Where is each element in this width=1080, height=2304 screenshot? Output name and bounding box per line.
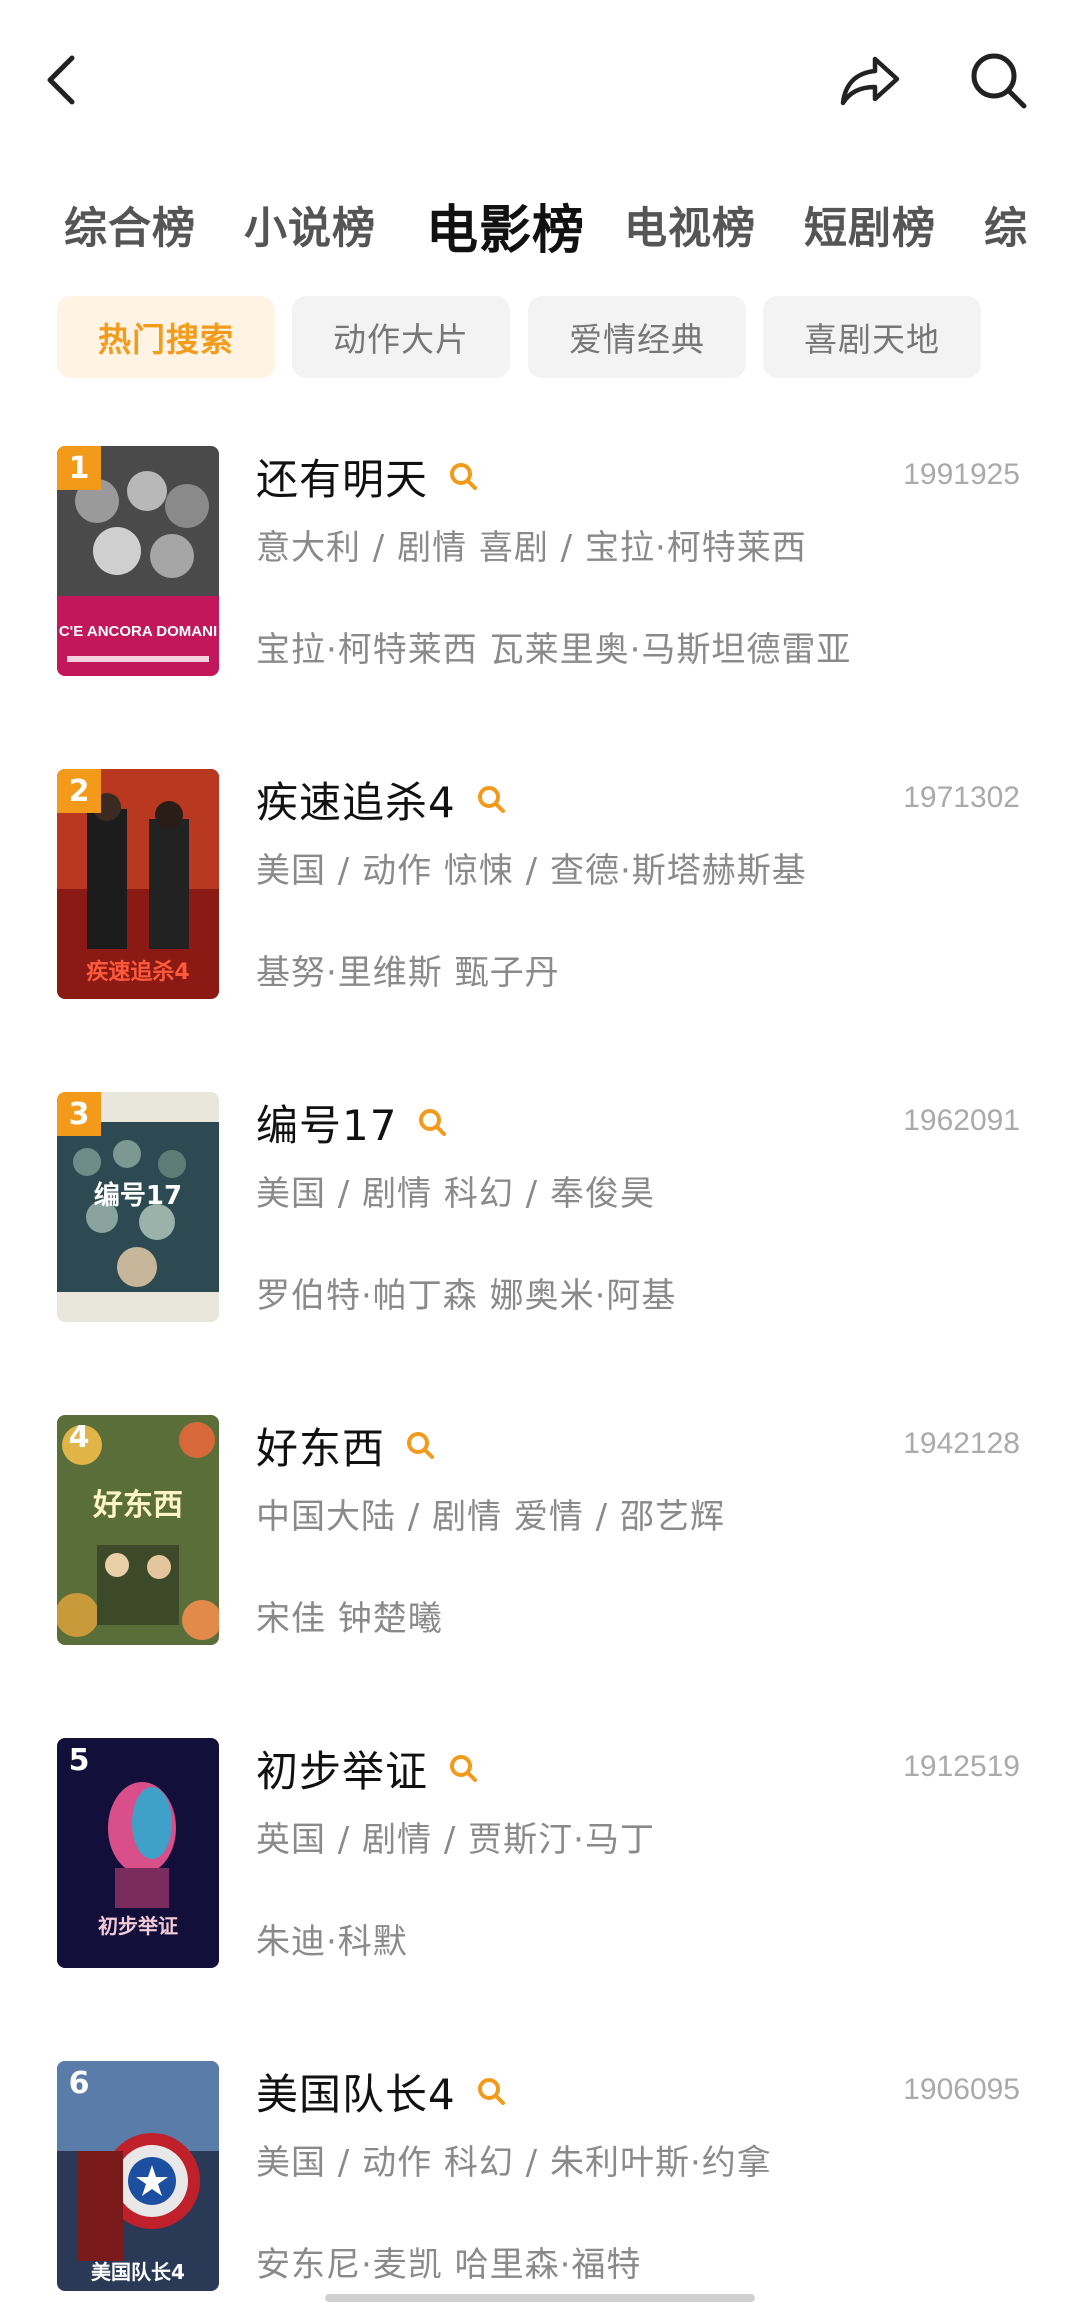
tab-movie[interactable]: 电影榜 (426, 180, 585, 270)
chip-action[interactable]: 动作大片 (292, 296, 510, 378)
list-item[interactable]: C'E ANCORA DOMANI 1 还有明天 1991925 意大利 / 剧… (0, 446, 1080, 676)
rank-badge: 4 (68, 1419, 90, 1455)
search-icon[interactable] (446, 1751, 480, 1785)
movie-poster[interactable]: 初步举证 5 (57, 1738, 219, 1968)
home-indicator[interactable] (325, 2294, 755, 2302)
search-button[interactable] (958, 40, 1038, 120)
search-icon[interactable] (415, 1105, 449, 1139)
movie-meta: 美国 / 动作 惊悚 / 查德·斯塔赫斯基 (256, 851, 807, 891)
back-button[interactable] (24, 40, 104, 120)
search-icon[interactable] (474, 782, 508, 816)
movie-poster[interactable]: 编号17 3 (57, 1092, 219, 1322)
tab-novel[interactable]: 小说榜 (244, 180, 376, 270)
poster-title-text: 编号17 (94, 1180, 182, 1211)
movie-title[interactable]: 还有明天 (256, 446, 428, 507)
movie-title[interactable]: 编号17 (256, 1092, 397, 1153)
rank-badge: 6 (68, 2065, 90, 2101)
share-button[interactable] (830, 40, 910, 120)
tab-tv[interactable]: 电视榜 (624, 180, 756, 270)
rank-badge: 1 (57, 446, 101, 490)
chip-comedy[interactable]: 喜剧天地 (763, 296, 981, 378)
movie-cast: 安东尼·麦凯 哈里森·福特 (256, 2245, 642, 2285)
tab-short-drama[interactable]: 短剧榜 (804, 180, 936, 270)
share-arrow-icon (840, 56, 900, 106)
poster-title-text: 初步举证 (98, 1914, 178, 1938)
search-count: 1962091 (903, 1104, 1020, 1137)
tab-variety[interactable]: 综 (984, 180, 1028, 270)
movie-cast: 宝拉·柯特莱西 瓦莱里奥·马斯坦德雷亚 (256, 630, 852, 670)
movie-poster[interactable]: 美国队长4 6 (57, 2061, 219, 2291)
list-item[interactable]: 疾速追杀4 2 疾速追杀4 1971302 美国 / 动作 惊悚 / 查德·斯塔… (0, 769, 1080, 999)
movie-title[interactable]: 美国队长4 (256, 2061, 456, 2122)
list-item[interactable]: 初步举证 5 初步举证 1912519 英国 / 剧情 / 贾斯汀·马丁 朱迪·… (0, 1738, 1080, 1968)
category-tabs: 综合榜 小说榜 电影榜 电视榜 短剧榜 综 (0, 180, 1080, 270)
poster-title-text: C'E ANCORA DOMANI (59, 623, 217, 640)
chip-romance[interactable]: 爱情经典 (528, 296, 746, 378)
movie-poster[interactable]: 疾速追杀4 2 (57, 769, 219, 999)
poster-title-text: 疾速追杀4 (86, 959, 189, 985)
poster-title-text: 好东西 (92, 1488, 183, 1523)
search-icon (971, 53, 1027, 109)
search-count: 1906095 (903, 2073, 1020, 2106)
poster-title-text: 美国队长4 (91, 2260, 185, 2284)
movie-meta: 中国大陆 / 剧情 爱情 / 邵艺辉 (256, 1497, 725, 1537)
search-icon[interactable] (403, 1428, 437, 1462)
movie-meta: 意大利 / 剧情 喜剧 / 宝拉·柯特莱西 (256, 528, 807, 568)
movie-poster[interactable]: C'E ANCORA DOMANI 1 (57, 446, 219, 676)
rank-badge: 5 (68, 1742, 90, 1778)
movie-title[interactable]: 初步举证 (256, 1738, 428, 1799)
chevron-left-icon (47, 55, 75, 105)
movie-cast: 罗伯特·帕丁森 娜奥米·阿基 (256, 1276, 677, 1316)
rank-badge: 2 (57, 769, 101, 813)
search-icon[interactable] (474, 2074, 508, 2108)
search-count: 1912519 (903, 1750, 1020, 1783)
list-item[interactable]: 好东西 4 好东西 1942128 中国大陆 / 剧情 爱情 / 邵艺辉 宋佳 … (0, 1415, 1080, 1645)
list-item[interactable]: 编号17 3 编号17 1962091 美国 / 剧情 科幻 / 奉俊昊 罗伯特… (0, 1092, 1080, 1322)
movie-meta: 美国 / 动作 科幻 / 朱利叶斯·约拿 (256, 2143, 772, 2183)
search-count: 1971302 (903, 781, 1020, 814)
movie-cast: 基努·里维斯 甄子丹 (256, 953, 560, 993)
rank-badge: 3 (57, 1092, 101, 1136)
filter-chips: 热门搜索 动作大片 爱情经典 喜剧天地 (0, 296, 1080, 378)
movie-meta: 美国 / 剧情 科幻 / 奉俊昊 (256, 1174, 655, 1214)
search-icon[interactable] (446, 459, 480, 493)
movie-title[interactable]: 好东西 (256, 1415, 385, 1476)
tab-comprehensive[interactable]: 综合榜 (64, 180, 196, 270)
movie-meta: 英国 / 剧情 / 贾斯汀·马丁 (256, 1820, 655, 1860)
movie-cast: 宋佳 钟楚曦 (256, 1599, 443, 1639)
top-bar (0, 0, 1080, 160)
movie-poster[interactable]: 好东西 4 (57, 1415, 219, 1645)
movie-title[interactable]: 疾速追杀4 (256, 769, 456, 830)
chip-hot-search[interactable]: 热门搜索 (57, 296, 275, 378)
search-count: 1942128 (903, 1427, 1020, 1460)
search-count: 1991925 (903, 458, 1020, 491)
movie-cast: 朱迪·科默 (256, 1922, 408, 1962)
list-item[interactable]: 美国队长4 6 美国队长4 1906095 美国 / 动作 科幻 / 朱利叶斯·… (0, 2061, 1080, 2291)
